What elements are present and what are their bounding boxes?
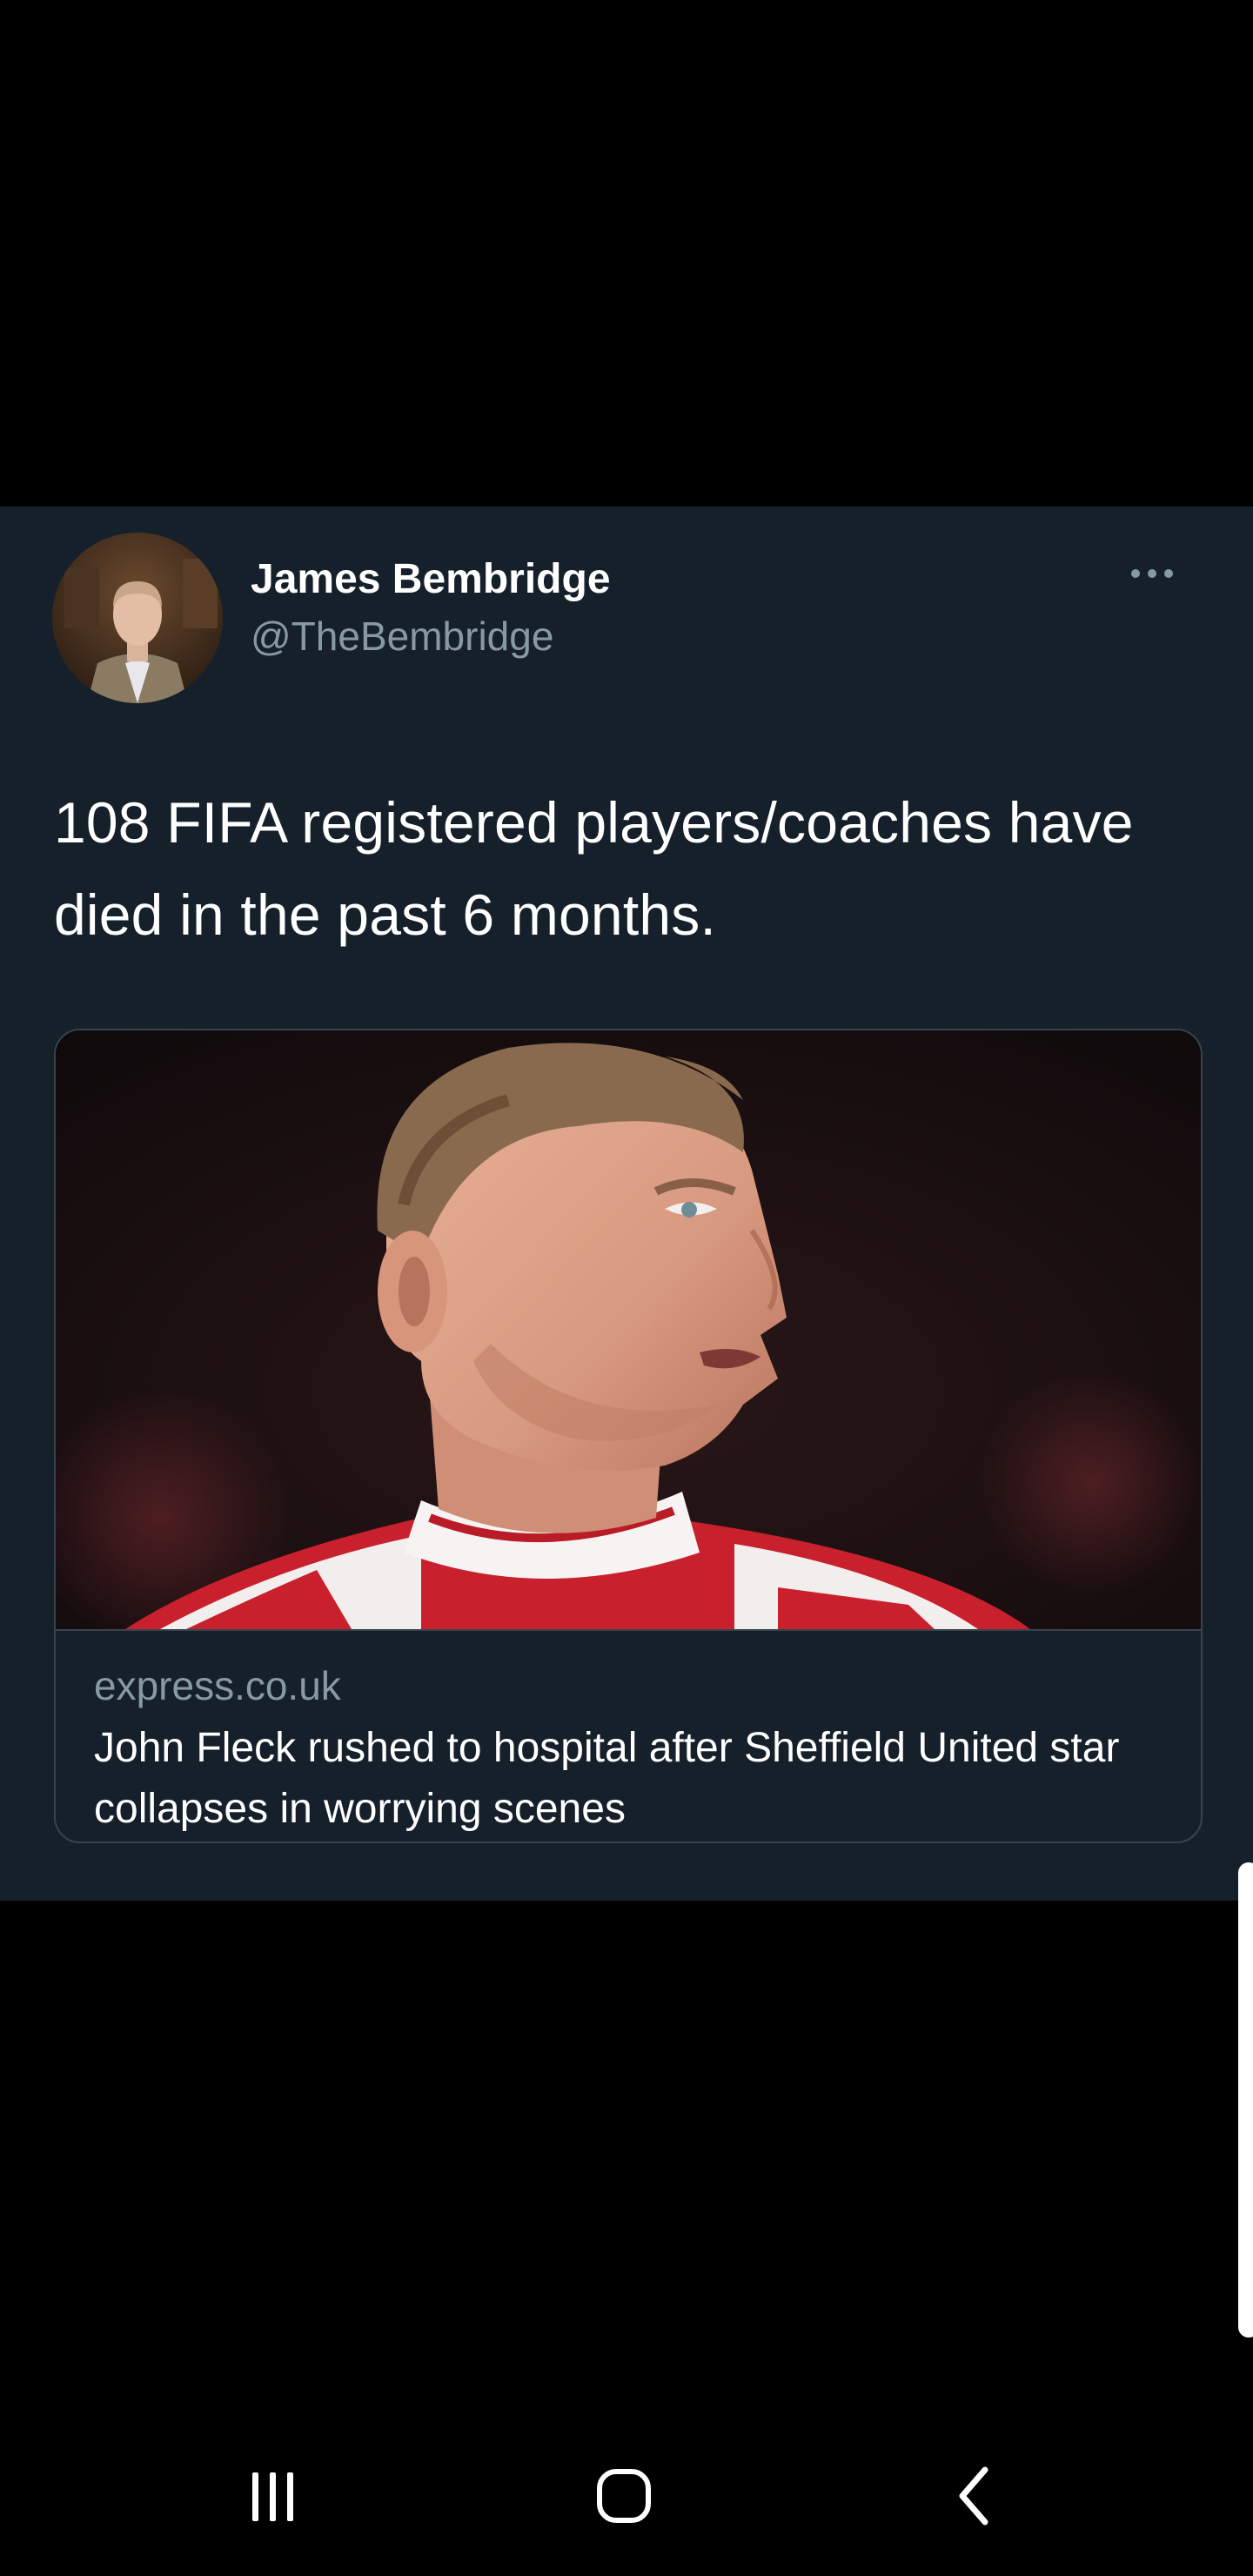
- home-icon[interactable]: [594, 2466, 653, 2526]
- scrollbar-handle[interactable]: [1238, 1862, 1253, 2338]
- tweet-text: 108 FIFA registered players/coaches have…: [54, 790, 1134, 947]
- avatar[interactable]: [52, 533, 223, 703]
- navigation-bar: [0, 2419, 1253, 2576]
- home-outline: [597, 2469, 651, 2523]
- link-card[interactable]: express.co.uk John Fleck rushed to hospi…: [54, 1029, 1203, 1843]
- recents-icon[interactable]: [233, 2466, 312, 2527]
- more-dot: [1131, 569, 1140, 578]
- link-card-domain: express.co.uk: [94, 1663, 341, 1708]
- recents-bar: [251, 2472, 258, 2521]
- more-horizontal-icon[interactable]: [1131, 560, 1173, 587]
- recents-bar: [269, 2472, 276, 2521]
- tweet: James Bembridge @TheBembridge 108 FIFA r…: [0, 506, 1253, 1901]
- link-card-meta: express.co.uk John Fleck rushed to hospi…: [56, 1629, 1201, 1841]
- recents-bar: [286, 2472, 293, 2521]
- avatar-photo: [52, 533, 223, 703]
- player-photo: [56, 1030, 1201, 1629]
- more-dot: [1164, 569, 1173, 578]
- author-handle[interactable]: @TheBembridge: [251, 613, 553, 660]
- author-name[interactable]: James Bembridge: [251, 555, 611, 603]
- back-chevron-shape: [959, 2466, 988, 2526]
- more-dot: [1148, 569, 1156, 578]
- back-chevron-icon[interactable]: [948, 2461, 1001, 2531]
- link-card-title: John Fleck rushed to hospital after Shef…: [94, 1725, 1120, 1832]
- link-card-image: [56, 1030, 1201, 1629]
